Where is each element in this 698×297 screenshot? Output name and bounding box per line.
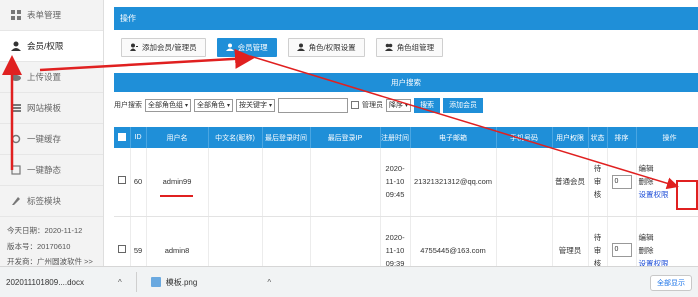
sidebar-item-static[interactable]: 一键静态	[0, 155, 103, 186]
grid-icon	[11, 10, 21, 20]
column-header: 状态	[588, 127, 608, 148]
sidebar-item-label: 上传设置	[27, 72, 62, 82]
sidebar-info: 今天日期：2020-11-12 版本号：20170610 开发商：广州圆波软件 …	[0, 217, 103, 270]
column-header: ID	[130, 127, 147, 148]
select-all-checkbox[interactable]	[117, 132, 126, 141]
sidebar-item-tags[interactable]: 标签模块	[0, 186, 103, 217]
main-content: 操作 添加会员/管理员 会员管理 角色/权限设置 角色组管理 用户搜索 用户搜索…	[105, 0, 698, 285]
keyword-input[interactable]	[278, 97, 349, 113]
static-icon	[11, 165, 21, 175]
column-header: 用户名	[146, 127, 209, 148]
role-group-button[interactable]: 角色组管理	[375, 37, 444, 57]
role-permission-button[interactable]: 角色/权限设置	[287, 37, 365, 57]
column-header: 注册时间	[380, 127, 411, 148]
sidebar-item-label: 一键静态	[27, 165, 62, 175]
sidebar: 表单管理 会员/权限 上传设置 网站模板 一键缓存 一键静态 标签模块 今天日期…	[0, 0, 104, 266]
chevron-up-icon[interactable]: ^	[267, 278, 271, 287]
chevron-up-icon[interactable]: ^	[118, 278, 122, 287]
tag-icon	[11, 196, 21, 206]
admin-checkbox-label: 管理员	[362, 102, 384, 109]
column-header: 电子邮箱	[410, 127, 497, 148]
template-icon	[11, 103, 21, 113]
column-header: 最后登录IP	[310, 127, 381, 148]
sort-input[interactable]: 0	[611, 243, 632, 257]
cell-sort: 0	[607, 148, 637, 217]
download-filename: 模板.png	[165, 277, 198, 287]
sidebar-item-label: 表单管理	[27, 10, 62, 20]
keyword-type-select[interactable]: 按关键字 ▾	[236, 98, 276, 112]
role-select[interactable]: 全部角色 ▾	[194, 98, 234, 112]
operations-toolbar: 添加会员/管理员 会员管理 角色/权限设置 角色组管理	[114, 30, 698, 64]
sidebar-item-forms[interactable]: 表单管理	[0, 0, 103, 31]
row-checkbox[interactable]	[117, 244, 126, 253]
column-header: 排序	[607, 127, 637, 148]
select-all-header[interactable]	[114, 127, 131, 148]
sort-input[interactable]: 0	[611, 174, 632, 189]
user-icon	[296, 43, 305, 51]
chevron-down-icon: ▾	[269, 102, 273, 109]
today-date: 今天日期：2020-11-12	[7, 226, 83, 235]
sidebar-item-cache[interactable]: 一键缓存	[0, 124, 103, 155]
sidebar-item-label: 网站模板	[27, 103, 62, 113]
download-item-png[interactable]: 模板.png ^	[145, 267, 277, 297]
chevron-down-icon: ▾	[227, 102, 231, 109]
divider	[135, 272, 137, 292]
sidebar-item-label: 标签模块	[27, 196, 62, 206]
order-select[interactable]: 降序 ▾	[386, 98, 412, 112]
cloud-icon	[11, 72, 21, 82]
chevron-down-icon: ▾	[405, 102, 409, 109]
column-header: 用户权限	[552, 127, 589, 148]
download-item-docx[interactable]: 202011101809....docx ^	[0, 267, 128, 297]
user-icon	[225, 43, 234, 51]
member-table: ID 用户名 中文名(昵称) 最后登录时间 最后登录IP 注册时间 电子邮箱 手…	[114, 127, 698, 285]
column-header: 中文名(昵称)	[208, 127, 263, 148]
operations-header: 操作	[114, 7, 698, 30]
cell-id: 60	[130, 148, 147, 217]
cell-status: 待审核	[588, 148, 608, 217]
delete-link[interactable]: 删除	[639, 244, 698, 257]
add-member-admin-button[interactable]: 添加会员/管理员	[121, 37, 206, 57]
column-header: 操作	[636, 127, 698, 148]
image-file-icon	[150, 277, 161, 287]
download-filename: 202011101809....docx	[6, 277, 84, 287]
cell-reg-time: 2020- 11-10 09:45	[380, 148, 411, 217]
row-checkbox[interactable]	[117, 176, 126, 185]
sidebar-item-templates[interactable]: 网站模板	[0, 93, 103, 124]
search-button[interactable]: 搜索	[414, 97, 441, 113]
sidebar-item-label: 会员/权限	[27, 41, 64, 51]
version-number: 版本号：20170610	[7, 241, 71, 251]
table-header-row: ID 用户名 中文名(昵称) 最后登录时间 最后登录IP 注册时间 电子邮箱 手…	[114, 127, 698, 148]
annotation-underline	[160, 195, 193, 197]
column-header: 最后登录时间	[262, 127, 311, 148]
admin-checkbox[interactable]	[351, 101, 360, 109]
annotation-highlight-box	[676, 180, 698, 210]
cell-last-ip	[310, 148, 381, 217]
table-row: 60 admin99 2020- 11-10 09:45 21321321312@q…	[114, 148, 698, 217]
edit-link[interactable]: 编辑	[639, 162, 698, 175]
cell-email: 21321321312@qq.com	[410, 148, 497, 217]
cell-cname	[208, 148, 263, 217]
show-all-button[interactable]: 全部显示	[650, 275, 692, 291]
cell-phone	[496, 148, 553, 217]
column-header: 手机号码	[496, 127, 553, 148]
member-management-button[interactable]: 会员管理	[216, 37, 277, 57]
download-bar: 202011101809....docx ^ 模板.png ^ 全部显示	[0, 266, 698, 297]
group-icon	[384, 43, 393, 51]
cell-role: 普通会员	[552, 148, 589, 217]
sidebar-item-label: 一键缓存	[27, 134, 62, 144]
user-icon	[11, 41, 21, 51]
role-group-select[interactable]: 全部角色组 ▾	[145, 98, 192, 112]
edit-link[interactable]: 编辑	[639, 231, 698, 244]
chevron-down-icon: ▾	[185, 102, 189, 109]
cell-username: admin99	[146, 148, 209, 217]
search-toolbar: 用户搜索 全部角色组 ▾ 全部角色 ▾ 按关键字 ▾ 管理员 降序 ▾ 搜索 添加会员	[114, 94, 698, 116]
add-member-button[interactable]: 添加会员	[443, 97, 484, 113]
search-label: 用户搜索	[114, 102, 142, 109]
sidebar-item-upload[interactable]: 上传设置	[0, 62, 103, 93]
refresh-icon	[11, 134, 21, 144]
sidebar-item-members[interactable]: 会员/权限	[0, 31, 103, 62]
cell-last-login	[262, 148, 311, 217]
search-header: 用户搜索	[114, 73, 698, 92]
add-user-icon	[130, 43, 138, 51]
